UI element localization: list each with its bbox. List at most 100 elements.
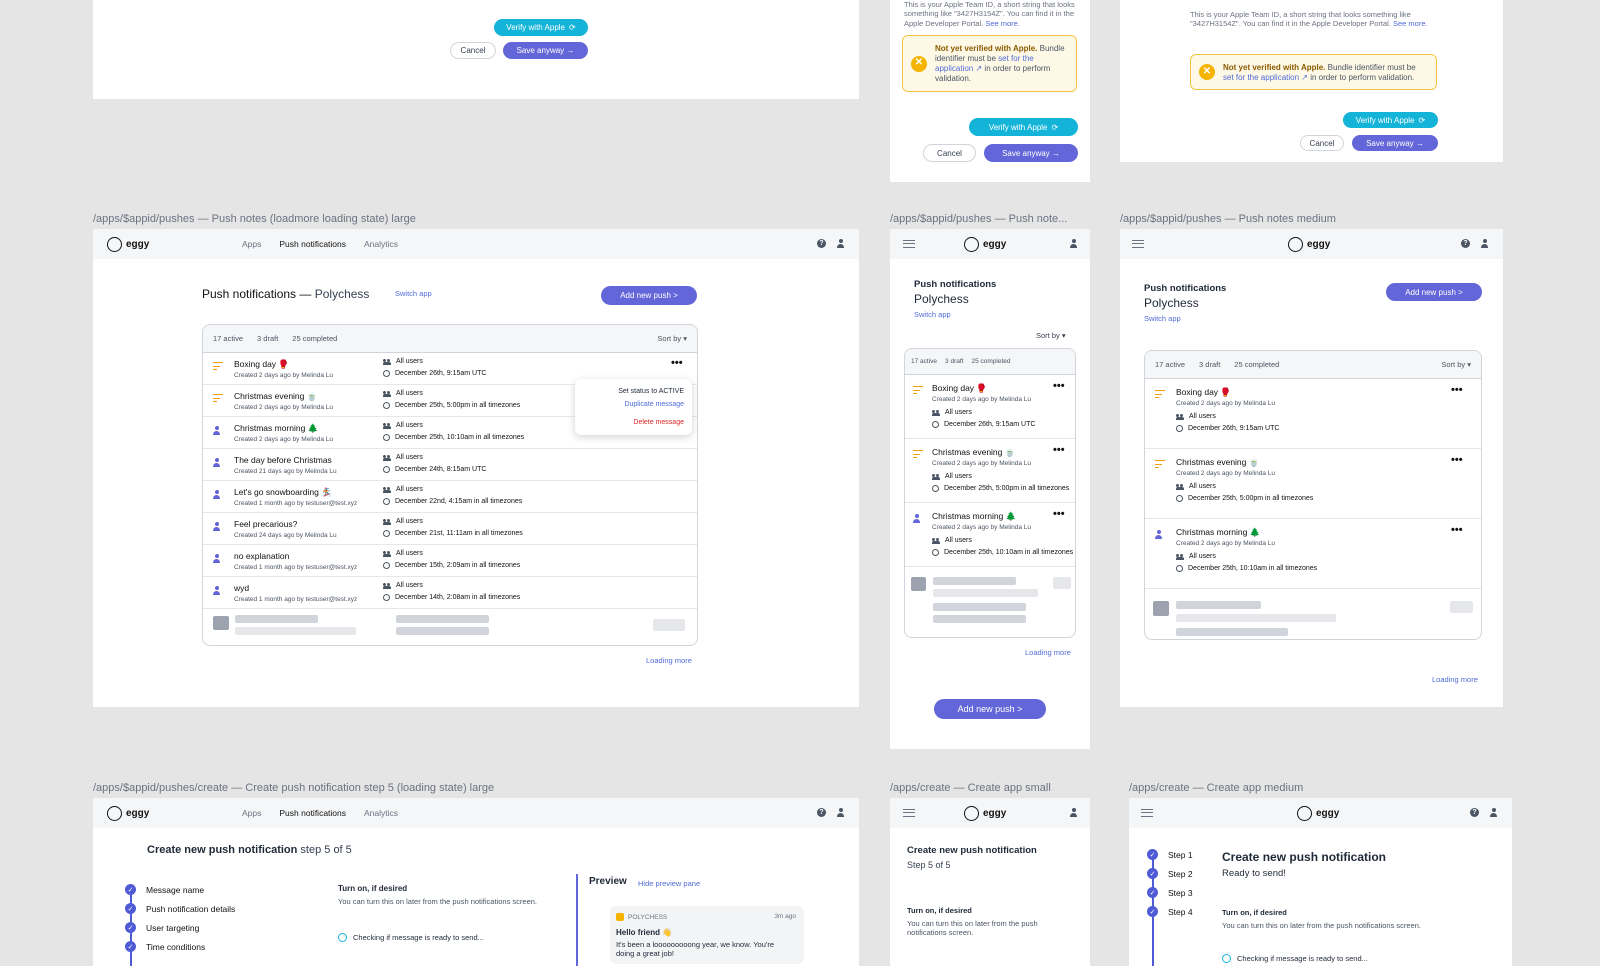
eggy-logo[interactable]: eggy [1297,806,1339,821]
user-icon[interactable] [1489,808,1498,817]
more-options-icon[interactable]: ••• [671,357,683,369]
create-frame-large: eggy Apps Push notifications Analytics ?… [93,798,859,966]
eggy-logo[interactable]: eggy [107,237,149,252]
push-schedule: December 15th, 2:09am in all timezones [383,562,520,569]
user-icon[interactable] [1069,808,1078,817]
push-row[interactable]: Boxing day 🥊 Created 2 days ago by Melind… [1145,379,1481,449]
push-row[interactable]: The day before Christmas Created 21 days … [203,449,697,481]
help-icon[interactable]: ? [1470,808,1479,817]
menu-delete[interactable]: Delete message [583,416,684,429]
more-options-icon[interactable]: ••• [1451,454,1463,466]
cancel-button[interactable]: Cancel [1300,135,1344,151]
menu-icon[interactable] [903,240,915,248]
step-item[interactable]: ✓ Step 1 [1147,849,1193,860]
more-options-icon[interactable]: ••• [1053,444,1065,456]
menu-icon[interactable] [1141,809,1153,817]
nav-apps[interactable]: Apps [242,808,261,818]
turn-on-title: Turn on, if desired [1222,908,1287,917]
cancel-button[interactable]: Cancel [450,42,496,59]
step-item[interactable]: ✓ Step 2 [1147,868,1193,879]
verify-with-apple-button[interactable]: Verify with Apple ⟳ [494,19,588,36]
save-anyway-button[interactable]: Save anyway → [1352,135,1438,151]
push-row[interactable]: Christmas evening 🍵 Created 2 days ago by… [1145,449,1481,519]
eggy-logo[interactable]: eggy [1288,237,1330,252]
switch-app-link[interactable]: Switch app [395,289,432,298]
push-list: 17 active 3 draft 25 completed Sort by ▾… [1144,350,1482,640]
push-row[interactable]: wyd Created 1 month ago by testuser@test.… [203,577,697,609]
verify-with-apple-button[interactable]: Verify with Apple ⟳ [969,118,1078,136]
loading-more-link[interactable]: Loading more [1432,675,1478,684]
menu-icon[interactable] [903,809,915,817]
push-row[interactable]: Feel precarious? Created 24 days ago by M… [203,513,697,545]
push-audience: All users [383,358,423,365]
loading-more-link[interactable]: Loading more [1025,648,1071,657]
sort-by-dropdown[interactable]: Sort by ▾ [1441,360,1471,369]
user-icon[interactable] [1069,239,1078,248]
more-options-icon[interactable]: ••• [1451,384,1463,396]
eggy-logo[interactable]: eggy [964,806,1006,821]
push-row[interactable]: Let's go snowboarding 🏂 Created 1 month a… [203,481,697,513]
more-options-icon[interactable]: ••• [1053,508,1065,520]
push-row[interactable]: Christmas evening 🍵 Created 2 days ago by… [905,439,1075,503]
set-for-application-link[interactable]: set for the application ↗ [1223,73,1308,82]
sort-by-dropdown[interactable]: Sort by ▾ [1036,331,1066,340]
audience-text: All users [396,422,423,429]
top-icons: ? [1470,808,1498,817]
draft-count: 3 draft [945,358,964,365]
step-item[interactable]: ✓ Step 4 [1147,906,1193,917]
more-options-icon[interactable]: ••• [1053,380,1065,392]
push-title: Let's go snowboarding 🏂 [234,487,332,497]
nav-analytics[interactable]: Analytics [364,808,398,818]
add-new-push-button[interactable]: Add new push > [1386,283,1482,301]
user-icon[interactable] [1480,239,1489,248]
verify-label: Verify with Apple [1355,115,1415,125]
step-item[interactable]: ✓ User targeting [125,922,199,933]
see-more-link[interactable]: See more. [985,19,1020,28]
draft-status-icon [1155,460,1165,470]
user-icon[interactable] [836,239,845,248]
draft-status-icon [1155,390,1165,400]
checking-status: Checking if message is ready to send... [338,933,484,942]
eggy-logo[interactable]: eggy [964,237,1006,252]
nav-push-notifications[interactable]: Push notifications [279,239,346,249]
help-icon[interactable]: ? [1461,239,1470,248]
more-options-icon[interactable]: ••• [1451,524,1463,536]
step-item[interactable]: ✓ Push notification details [125,903,235,914]
push-list: 17 active 3 draft 25 completed Sort by ▾… [202,324,698,646]
see-more-link[interactable]: See more. [1393,19,1428,28]
draft-status-icon [913,386,923,396]
sort-by-dropdown[interactable]: Sort by ▾ [657,334,687,343]
push-row[interactable]: no explanation Created 1 month ago by tes… [203,545,697,577]
hide-preview-link[interactable]: Hide preview pane [638,879,700,888]
step-item[interactable]: ✓ Step 3 [1147,887,1193,898]
push-row[interactable]: Christmas morning 🌲 Created 2 days ago by… [905,503,1075,567]
save-anyway-button[interactable]: Save anyway → [503,42,588,59]
switch-app-link[interactable]: Switch app [1144,314,1181,323]
step-item[interactable]: ✓ Message name [125,884,204,895]
help-icon[interactable]: ? [817,808,826,817]
eggy-logo[interactable]: eggy [107,806,149,821]
nav-push-notifications[interactable]: Push notifications [279,808,346,818]
warning-box: ✕ Not yet verified with Apple. Bundle id… [902,35,1077,92]
menu-duplicate[interactable]: Duplicate message [583,398,684,411]
audience-text: All users [945,473,972,480]
nav-apps[interactable]: Apps [242,239,261,249]
menu-set-active[interactable]: Set status to ACTIVE [583,385,684,398]
help-icon[interactable]: ? [817,239,826,248]
step-item[interactable]: ✓ Time conditions [125,941,205,952]
nav-analytics[interactable]: Analytics [364,239,398,249]
user-icon[interactable] [836,808,845,817]
verify-with-apple-button[interactable]: Verify with Apple ⟳ [1343,112,1438,128]
loading-more-link[interactable]: Loading more [646,656,692,665]
schedule-text: December 14th, 2:08am in all timezones [395,594,521,601]
active-count: 17 active [213,334,244,343]
add-new-push-button[interactable]: Add new push > [601,286,697,305]
push-row[interactable]: Boxing day 🥊 Created 2 days ago by Melind… [905,375,1075,439]
push-row[interactable]: Christmas morning 🌲 Created 2 days ago by… [1145,519,1481,589]
menu-icon[interactable] [1132,240,1144,248]
add-new-push-button[interactable]: Add new push > [934,699,1046,719]
switch-app-link[interactable]: Switch app [914,310,951,319]
preview-divider [576,874,578,966]
cancel-button[interactable]: Cancel [923,144,976,162]
save-anyway-button[interactable]: Save anyway → [984,144,1078,162]
